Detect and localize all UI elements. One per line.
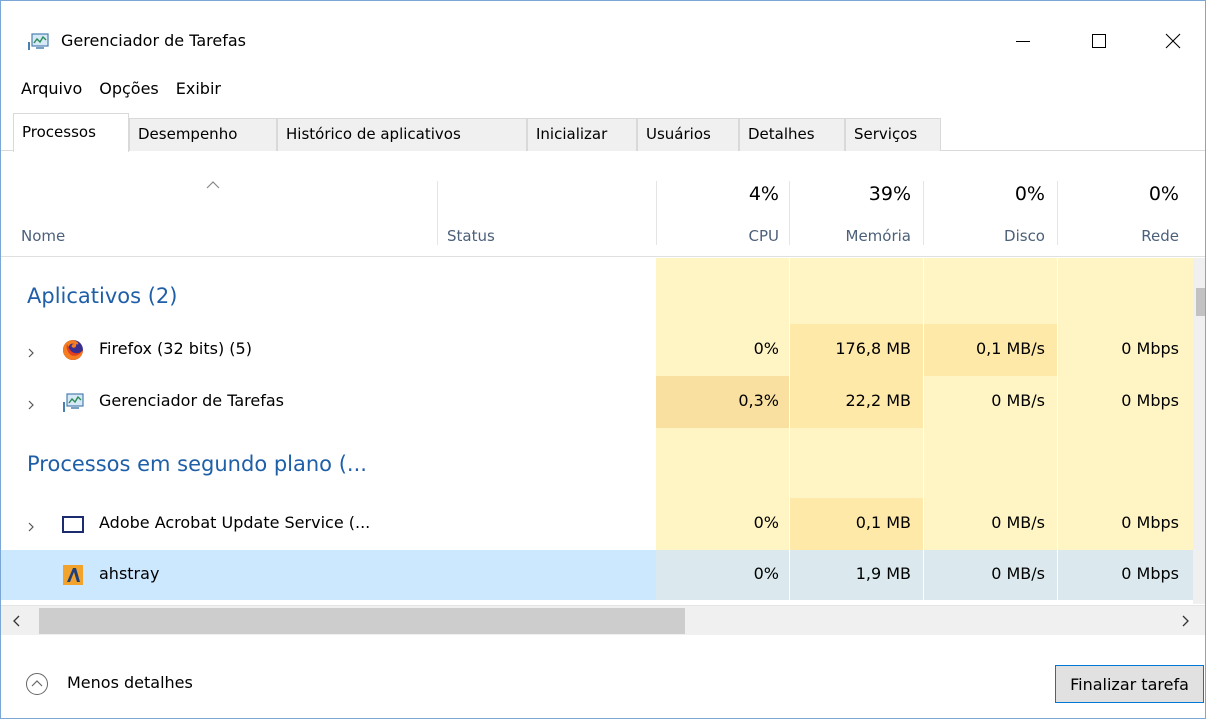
memory-value: 176,8 MB — [835, 339, 911, 358]
close-button[interactable] — [1151, 23, 1195, 59]
cell-divider — [1057, 550, 1058, 600]
column-separator[interactable] — [923, 181, 924, 245]
cpu-total-percent[interactable]: 4% — [661, 183, 779, 205]
tab-historico[interactable]: Histórico de aplicativos — [277, 118, 527, 151]
disk-value: 0 MB/s — [991, 513, 1045, 532]
menu-opcoes[interactable]: Opções — [91, 75, 168, 103]
column-network-header[interactable]: Rede — [1063, 227, 1179, 245]
minimize-button[interactable] — [1001, 23, 1045, 59]
cpu-value: 0% — [753, 339, 779, 358]
process-name: Gerenciador de Tarefas — [99, 391, 284, 410]
column-name-header[interactable]: Nome — [21, 227, 65, 245]
column-separator[interactable] — [656, 181, 657, 245]
sort-ascending-icon — [206, 175, 220, 189]
table-row[interactable]: Adobe Acrobat Update Service (... 0% 0,1… — [1, 498, 1193, 550]
close-icon — [1165, 33, 1181, 49]
chevron-right-icon — [1182, 615, 1189, 627]
column-header: Nome Status 4% CPU 39% Memória 0% Disco … — [1, 161, 1205, 257]
network-value: 0 Mbps — [1121, 564, 1179, 583]
less-details-link[interactable]: Menos detalhes — [67, 673, 193, 692]
cell-divider — [789, 550, 790, 600]
vertical-scrollbar-thumb[interactable] — [1196, 288, 1205, 316]
minimize-icon — [1016, 41, 1030, 42]
cpu-value: 0% — [753, 513, 779, 532]
column-disk-header[interactable]: Disco — [929, 227, 1045, 245]
network-total-percent[interactable]: 0% — [1063, 183, 1179, 205]
column-status-header[interactable]: Status — [447, 227, 495, 245]
network-value: 0 Mbps — [1121, 391, 1179, 410]
cell-divider — [923, 550, 924, 600]
firefox-icon — [61, 338, 85, 362]
task-manager-icon — [61, 390, 85, 414]
table-row[interactable]: Gerenciador de Tarefas 0,3% 22,2 MB 0 MB… — [1, 376, 1193, 428]
title-bar: Gerenciador de Tarefas — [1, 1, 1205, 67]
network-value: 0 Mbps — [1121, 513, 1179, 532]
collapse-details-icon[interactable] — [25, 672, 49, 696]
network-value: 0 Mbps — [1121, 339, 1179, 358]
group-header-apps[interactable]: Aplicativos (2) — [1, 258, 1193, 320]
end-task-button[interactable]: Finalizar tarefa — [1055, 665, 1204, 703]
disk-total-percent[interactable]: 0% — [929, 183, 1045, 205]
maximize-button[interactable] — [1077, 23, 1121, 59]
tab-processos[interactable]: Processos — [13, 113, 129, 152]
cpu-value: 0% — [753, 564, 779, 583]
memory-total-percent[interactable]: 39% — [795, 183, 911, 205]
horizontal-scrollbar-thumb[interactable] — [39, 608, 685, 634]
scroll-left-button[interactable] — [7, 611, 27, 631]
memory-value: 22,2 MB — [845, 391, 912, 410]
service-window-icon — [61, 512, 85, 536]
tab-inicializar[interactable]: Inicializar — [527, 118, 637, 151]
disk-value: 0 MB/s — [991, 391, 1045, 410]
process-list: Aplicativos (2) Firefox (32 bits) (5) 0%… — [1, 258, 1193, 600]
process-name: ahstray — [99, 564, 160, 583]
menu-bar: Arquivo Opções Exibir — [1, 75, 230, 103]
chevron-left-icon — [13, 615, 20, 627]
group-title-background: Processos em segundo plano (... — [27, 452, 367, 476]
tab-detalhes[interactable]: Detalhes — [739, 118, 845, 151]
tab-servicos[interactable]: Serviços — [845, 118, 941, 151]
group-header-background[interactable]: Processos em segundo plano (... — [1, 428, 1193, 490]
column-memory-header[interactable]: Memória — [795, 227, 912, 245]
expand-chevron-icon[interactable] — [25, 396, 37, 410]
memory-value: 0,1 MB — [855, 513, 911, 532]
task-manager-window: Gerenciador de Tarefas Arquivo Opções Ex… — [0, 0, 1206, 719]
scroll-right-button[interactable] — [1175, 611, 1195, 631]
cpu-value: 0,3% — [738, 391, 779, 410]
table-row[interactable]: Firefox (32 bits) (5) 0% 176,8 MB 0,1 MB… — [1, 324, 1193, 376]
menu-exibir[interactable]: Exibir — [168, 75, 230, 103]
table-row-selected[interactable]: ahstray 0% 1,9 MB 0 MB/s 0 Mbps — [1, 550, 1193, 600]
column-separator[interactable] — [437, 181, 438, 245]
process-name: Adobe Acrobat Update Service (... — [99, 513, 371, 532]
disk-value: 0,1 MB/s — [975, 339, 1045, 358]
expand-chevron-icon[interactable] — [25, 518, 37, 532]
column-cpu-header[interactable]: CPU — [661, 227, 780, 245]
tab-usuarios[interactable]: Usuários — [637, 118, 739, 151]
group-title-apps: Aplicativos (2) — [27, 284, 178, 308]
memory-value: 1,9 MB — [855, 564, 911, 583]
column-separator[interactable] — [1057, 181, 1058, 245]
expand-chevron-icon[interactable] — [25, 344, 37, 358]
process-name: Firefox (32 bits) (5) — [99, 339, 252, 358]
menu-arquivo[interactable]: Arquivo — [1, 75, 91, 103]
column-separator[interactable] — [789, 181, 790, 245]
window-title: Gerenciador de Tarefas — [61, 31, 246, 50]
tab-strip: Processos Desempenho Histórico de aplica… — [1, 113, 1205, 152]
tab-desempenho[interactable]: Desempenho — [129, 118, 277, 151]
ahstray-icon — [61, 563, 85, 587]
disk-value: 0 MB/s — [991, 564, 1045, 583]
maximize-icon — [1092, 34, 1106, 48]
task-manager-icon — [27, 33, 49, 51]
